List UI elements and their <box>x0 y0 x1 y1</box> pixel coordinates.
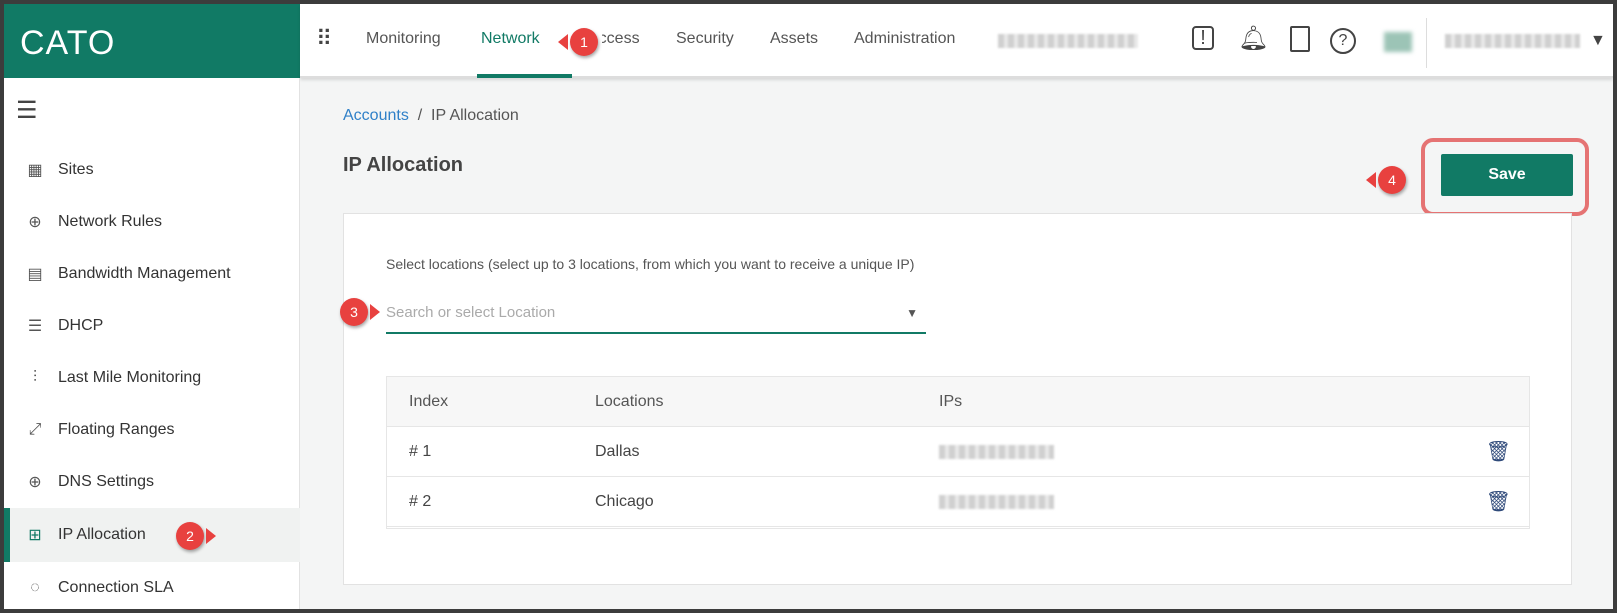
callout-2: 2 <box>176 522 216 550</box>
sla-icon: ◌ <box>30 579 40 596</box>
avatar[interactable] <box>1384 32 1412 52</box>
help-icon[interactable]: ? <box>1330 28 1356 54</box>
header-index: Index <box>409 393 449 410</box>
sidebar: ☰ ▦ Sites ⊕ Network Rules ▤ Bandwidth Manag… <box>4 78 300 609</box>
tab-network[interactable]: Network <box>481 30 540 48</box>
waveform-icon: ⫶ <box>32 369 37 386</box>
sidebar-item-ip-allocation[interactable]: ⊞ IP Allocation <box>4 508 300 562</box>
feedback-icon[interactable]: ! <box>1192 26 1214 50</box>
breadcrumb-separator: / <box>417 107 423 124</box>
chevron-down-icon[interactable]: ▼ <box>1590 32 1606 50</box>
row-location: Chicago <box>595 493 654 510</box>
sidebar-item-label: Connection SLA <box>58 579 174 596</box>
trash-icon[interactable]: 🗑︎ <box>1486 489 1511 514</box>
sidebar-item-label: Last Mile Monitoring <box>58 369 202 386</box>
sidebar-item-floating-ranges[interactable]: ⤢ Floating Ranges <box>4 404 300 456</box>
app-window: CATO ⠿ Monitoring Network Access Securit… <box>4 4 1613 609</box>
table-row: # 1 Dallas 🗑︎ <box>387 427 1529 477</box>
row-ip-redacted <box>939 495 1054 509</box>
sidebar-item-label: Network Rules <box>58 213 163 230</box>
video-guide-icon[interactable] <box>1290 26 1310 52</box>
instruction-text: Select locations (select up to 3 locatio… <box>386 256 915 272</box>
sidebar-item-dhcp[interactable]: ☰ DHCP <box>4 300 300 352</box>
header-locations: Locations <box>595 393 664 410</box>
location-search-input[interactable]: Search or select Location ▼ <box>386 296 926 334</box>
layout-icon: ⊞ <box>28 527 42 544</box>
row-index: # 1 <box>409 443 432 460</box>
sidebar-item-label: DHCP <box>58 317 104 334</box>
sidebar-item-sites[interactable]: ▦ Sites <box>4 144 300 196</box>
sidebar-item-bandwidth-management[interactable]: ▤ Bandwidth Management <box>4 248 300 300</box>
active-tab-indicator <box>477 74 572 78</box>
document-icon: ☰ <box>27 318 43 335</box>
ip-allocation-table: Index Locations IPs # 1 Dallas 🗑︎ # 2 Ch… <box>386 376 1530 529</box>
table-header: Index Locations IPs <box>387 377 1529 427</box>
expand-icon: ⤢ <box>28 421 42 438</box>
trash-icon[interactable]: 🗑︎ <box>1486 439 1511 464</box>
tab-assets[interactable]: Assets <box>770 30 818 48</box>
tab-security[interactable]: Security <box>676 30 734 48</box>
globe-icon: ⊕ <box>28 214 42 231</box>
breadcrumb: Accounts / IP Allocation <box>343 107 519 125</box>
top-navigation: ⠿ Monitoring Network Access Security Ass… <box>300 4 1613 78</box>
breadcrumb-current: IP Allocation <box>431 107 519 124</box>
sidebar-item-label: Sites <box>58 161 94 178</box>
sidebar-item-label: Floating Ranges <box>58 421 175 438</box>
callout-4: 4 <box>1366 166 1406 194</box>
hamburger-menu-icon[interactable]: ☰ <box>16 96 38 125</box>
row-location: Dallas <box>595 443 640 460</box>
user-name[interactable] <box>1445 34 1580 48</box>
bandwidth-icon: ▤ <box>27 266 43 283</box>
cato-logo[interactable]: CATO <box>4 4 300 78</box>
globe-icon: ⊕ <box>28 474 42 491</box>
sidebar-item-label: IP Allocation <box>58 526 146 543</box>
tab-redacted[interactable] <box>998 34 1138 48</box>
sidebar-item-last-mile-monitoring[interactable]: ⫶ Last Mile Monitoring <box>4 352 300 404</box>
callout-3: 3 <box>340 298 380 326</box>
divider <box>1426 18 1427 68</box>
page-title: IP Allocation <box>343 154 464 176</box>
save-button[interactable]: Save <box>1441 154 1573 196</box>
row-ip-redacted <box>939 445 1054 459</box>
sidebar-item-network-rules[interactable]: ⊕ Network Rules <box>4 196 300 248</box>
sidebar-item-label: DNS Settings <box>58 473 155 490</box>
sidebar-item-dns-settings[interactable]: ⊕ DNS Settings <box>4 456 300 508</box>
search-placeholder: Search or select Location <box>386 304 556 321</box>
callout-1: 1 <box>558 28 598 56</box>
header-ips: IPs <box>939 393 963 410</box>
tab-administration[interactable]: Administration <box>854 30 955 48</box>
table-row: # 2 Chicago 🗑︎ <box>387 477 1529 527</box>
tab-monitoring[interactable]: Monitoring <box>366 30 441 48</box>
sidebar-item-connection-sla[interactable]: ◌ Connection SLA <box>4 562 300 609</box>
row-index: # 2 <box>409 493 432 510</box>
dropdown-arrow-icon[interactable]: ▼ <box>906 306 918 320</box>
apps-grid-icon[interactable]: ⠿ <box>316 26 332 52</box>
building-icon: ▦ <box>27 162 43 179</box>
breadcrumb-accounts[interactable]: Accounts <box>343 107 409 124</box>
sidebar-item-label: Bandwidth Management <box>58 265 231 282</box>
bell-icon[interactable]: 🔔︎ <box>1238 24 1268 53</box>
